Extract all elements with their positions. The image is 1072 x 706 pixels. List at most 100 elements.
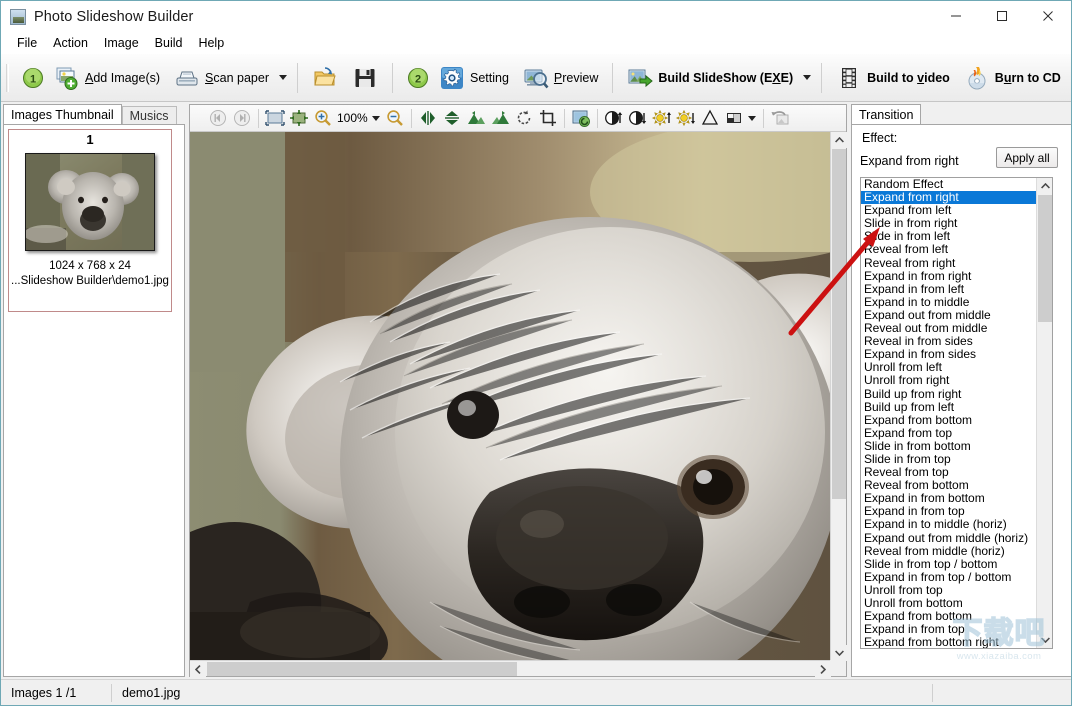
close-icon[interactable] [1025,1,1071,31]
add-images-button[interactable]: Add Image(s) [47,59,167,97]
scroll-down-icon[interactable] [831,645,847,661]
transition-effects-list[interactable]: Random Effect Expand from right Expand fro… [861,178,1037,648]
menu-action[interactable]: Action [45,33,96,53]
scan-paper-button[interactable]: Scan paper [167,59,276,97]
menu-image[interactable]: Image [96,33,147,53]
effects-vertical-scrollbar[interactable] [1036,178,1052,648]
effect-list-item[interactable]: Unroll from right [861,374,1037,387]
image-vertical-scroll-thumb[interactable] [832,149,846,499]
effect-list-item[interactable]: Expand in to middle (horiz) [861,518,1037,531]
effect-list-item[interactable]: Expand in to middle [861,295,1037,309]
status-current-file: demo1.jpg [122,685,181,700]
effect-list-item[interactable]: Expand from top [861,426,1037,440]
burn-to-cd-button[interactable]: Burn to CD [957,59,1068,97]
flip-vertical-icon[interactable] [440,107,464,130]
maximize-icon[interactable] [979,1,1025,31]
chevron-up-icon[interactable] [1037,178,1052,194]
scroll-right-icon[interactable] [815,661,831,677]
status-extra [933,680,1071,706]
build-slideshow-icon [628,69,654,87]
effect-list-item[interactable]: Expand in from right [861,269,1037,283]
previous-image-icon[interactable] [206,107,230,130]
effect-list-item[interactable]: Build up from left [861,400,1037,414]
image-horizontal-scroll-thumb[interactable] [207,662,517,676]
title-bar: Photo Slideshow Builder [1,1,1071,32]
tab-transition[interactable]: Transition [851,104,922,124]
menu-file[interactable]: File [9,33,45,53]
zoom-dropdown-icon[interactable] [370,107,383,130]
effect-list-item[interactable]: Expand from bottom right [861,636,1037,648]
build-to-video-button[interactable]: Build to video [829,59,957,97]
brightness-increase-icon[interactable] [650,107,674,130]
image-preview-viewport[interactable] [190,132,831,661]
color-dropdown-icon[interactable] [746,107,759,130]
apply-all-button[interactable]: Apply all [996,147,1058,168]
rotate-free-icon[interactable] [512,107,536,130]
undo-image-icon[interactable] [768,107,792,130]
effect-list-item[interactable]: Slide in from top / bottom [861,557,1037,571]
minimize-icon[interactable] [933,1,979,31]
chevron-down-icon[interactable] [1037,632,1052,648]
scan-paper-dropdown-icon[interactable] [276,59,290,97]
fit-to-window-icon[interactable] [263,107,287,130]
sharpen-icon[interactable] [698,107,722,130]
menu-build[interactable]: Build [147,33,191,53]
zoom-in-icon[interactable] [311,107,335,130]
zoom-level-value: 100% [337,111,368,125]
setting-label: Setting [470,70,509,85]
flip-horizontal-icon[interactable] [416,107,440,130]
build-to-video-label: Build to video [867,70,950,85]
preview-label: Preview [553,70,599,85]
thumbnail-image [25,153,155,251]
effects-scroll-thumb[interactable] [1038,195,1052,322]
status-images-count: Images 1 /1 [11,685,77,700]
effect-list-item[interactable]: Build up from right [861,387,1037,401]
effect-list-item[interactable]: Expand from bottom [861,413,1037,427]
photo-app-icon [10,8,26,25]
gear-icon [441,66,463,89]
actual-size-icon[interactable] [287,107,311,130]
image-horizontal-scrollbar[interactable] [190,660,831,677]
open-project-button[interactable] [305,59,345,97]
rotate-left-icon[interactable] [464,107,488,130]
color-adjust-icon[interactable] [722,107,746,130]
effect-list-item[interactable]: Reveal from right [861,256,1037,270]
right-panel-tabstrip: Transition [851,104,1071,124]
crop-icon[interactable] [536,107,560,130]
toolbar-grip[interactable] [6,63,9,92]
build-slideshow-dropdown-icon[interactable] [800,59,814,97]
tab-musics[interactable]: Musics [121,106,177,124]
contrast-decrease-icon[interactable] [626,107,650,130]
effect-list-item[interactable]: Slide in from bottom [861,439,1037,453]
brightness-decrease-icon[interactable] [674,107,698,130]
main-toolbar: 1 Add Image(s) Scan paper 2 Setting Prev… [1,54,1071,102]
transition-effects-listbox[interactable]: Random Effect Expand from right Expand fro… [860,177,1053,649]
status-bar: Images 1 /1 demo1.jpg [1,679,1071,705]
thumbnail-item[interactable]: 1 1024 x 768 x 24 ...Slideshow Builder\d… [8,129,172,312]
images-thumbnail-list[interactable]: 1 1024 x 768 x 24 ...Slideshow Builder\d… [3,124,185,677]
image-toolbar-separator [762,108,764,128]
setting-button[interactable]: Setting [432,59,516,97]
effect-list-item[interactable]: Expand in from left [861,282,1037,296]
effect-list-item[interactable]: Reveal from left [861,243,1037,256]
zoom-out-icon[interactable] [383,107,407,130]
effect-list-item[interactable]: Expand out from middle (horiz) [861,531,1037,545]
tab-images-thumbnail[interactable]: Images Thumbnail [3,104,122,124]
menu-help[interactable]: Help [190,33,232,53]
build-slideshow-button[interactable]: Build SlideShow (EXE) [620,59,800,97]
scroll-up-icon[interactable] [831,132,847,148]
contrast-increase-icon[interactable] [602,107,626,130]
rotate-right-icon[interactable] [488,107,512,130]
step-2-badge: 2 [400,59,432,97]
scroll-left-icon[interactable] [190,661,206,677]
image-vertical-scrollbar[interactable] [830,132,847,661]
save-project-button[interactable] [345,59,385,97]
effect-list-item[interactable]: Reveal from middle (horiz) [861,544,1037,558]
image-effects-icon[interactable] [569,107,593,130]
scanner-icon [176,71,198,85]
toolbar-separator [297,62,298,93]
effect-list-item[interactable]: Expand in from top / bottom [861,570,1037,584]
preview-button[interactable]: Preview [516,59,605,97]
next-image-icon[interactable] [230,107,254,130]
burn-cd-icon [968,66,986,89]
